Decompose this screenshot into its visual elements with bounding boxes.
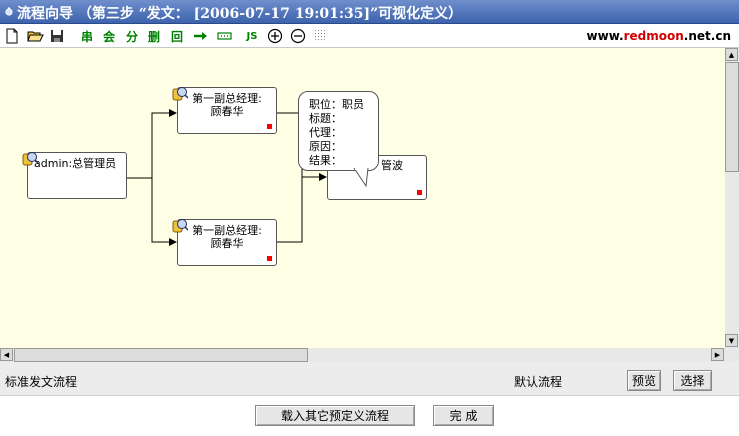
- grid-icon[interactable]: [313, 28, 329, 44]
- brand-prefix: www.: [586, 29, 624, 43]
- status-marker: [417, 190, 422, 195]
- brand-name: redmoon: [623, 29, 684, 43]
- scroll-up-icon[interactable]: ▲: [725, 48, 738, 61]
- save-disk-icon[interactable]: [49, 28, 65, 44]
- new-file-icon[interactable]: [4, 28, 20, 44]
- js-script-button[interactable]: JS: [244, 28, 260, 44]
- zoom-in-icon[interactable]: [266, 28, 284, 44]
- horizontal-scroll-thumb[interactable]: [14, 348, 308, 362]
- tooltip-agent: 代理：: [309, 126, 342, 139]
- node-line2: 顾春华: [210, 237, 244, 250]
- node-label: admin:总管理员: [34, 157, 117, 170]
- node-info-tooltip: 职位：职员 标题： 代理： 原因： 结果：: [298, 91, 379, 171]
- zoom-out-icon[interactable]: [289, 28, 307, 44]
- link-line-icon[interactable]: [216, 28, 232, 44]
- scroll-right-icon[interactable]: ▶: [711, 348, 724, 361]
- tooltip-title: 标题：: [309, 112, 342, 125]
- flow-node-upper[interactable]: 第一副总经理: 顾春华: [177, 87, 277, 134]
- open-folder-icon[interactable]: [26, 28, 44, 44]
- connector-lower-to-end: [276, 177, 303, 243]
- serial-node-button[interactable]: 串: [80, 28, 94, 44]
- flow-node-lower[interactable]: 第一副总经理: 顾春华: [177, 219, 277, 266]
- status-marker: [267, 124, 272, 129]
- vertical-scroll-thumb[interactable]: [725, 62, 739, 172]
- flow-node-start[interactable]: admin:总管理员: [27, 152, 127, 199]
- scroll-down-icon[interactable]: ▼: [725, 334, 738, 347]
- node-line1: 第一副总经理:: [192, 92, 262, 105]
- status-bar: 标准发文流程 默认流程 预览 选择: [0, 362, 739, 396]
- flow-app-icon: [5, 7, 13, 16]
- load-predefined-flow-button[interactable]: 载入其它预定义流程: [255, 405, 415, 426]
- flow-canvas[interactable]: admin:总管理员 第一副总经理: 顾春华 第一副总经理: 顾春华 管波 职位…: [0, 48, 725, 348]
- scroll-left-icon[interactable]: ◀: [0, 348, 13, 361]
- user-node-icon: [172, 219, 188, 233]
- status-marker: [267, 256, 272, 261]
- tooltip-result: 结果：: [309, 154, 342, 167]
- flow-name-label: 标准发文流程: [5, 375, 78, 389]
- tooltip-position: 职位：职员: [309, 98, 364, 111]
- node-label: 管波: [381, 159, 403, 172]
- join-node-button[interactable]: 会: [102, 28, 116, 44]
- brand-logo: www.redmoon.net.cn: [587, 29, 731, 43]
- brand-suffix: .net.cn: [683, 29, 731, 43]
- tooltip-reason: 原因：: [309, 140, 342, 153]
- tooltip-tail: [353, 168, 369, 188]
- user-node-icon: [22, 152, 38, 166]
- delete-node-button[interactable]: 删: [147, 28, 161, 44]
- toolbar: 串 会 分 删 回 JS www.redmoon.net.cn: [0, 24, 739, 48]
- horizontal-scrollbar[interactable]: ◀ ▶: [0, 348, 725, 362]
- user-node-icon: [172, 87, 188, 101]
- window-title: 流程向导 （第三步 “发文： [2006-07-17 19:01:35]”可视化…: [17, 6, 463, 22]
- title-bar: 流程向导 （第三步 “发文： [2006-07-17 19:01:35]”可视化…: [0, 0, 739, 24]
- select-button[interactable]: 选择: [673, 370, 712, 391]
- vertical-scrollbar[interactable]: ▲ ▼: [725, 48, 739, 348]
- node-line1: 第一副总经理:: [192, 224, 262, 237]
- node-line2: 顾春华: [210, 105, 244, 118]
- preview-button[interactable]: 预览: [627, 370, 661, 391]
- return-node-button[interactable]: 回: [170, 28, 184, 44]
- scrollbar-corner: [725, 348, 739, 362]
- finish-button[interactable]: 完 成: [433, 405, 494, 426]
- connector-start-to-upper: [126, 109, 177, 179]
- split-node-button[interactable]: 分: [125, 28, 139, 44]
- arrow-right-icon[interactable]: [192, 28, 208, 44]
- default-flow-label: 默认流程: [514, 375, 563, 389]
